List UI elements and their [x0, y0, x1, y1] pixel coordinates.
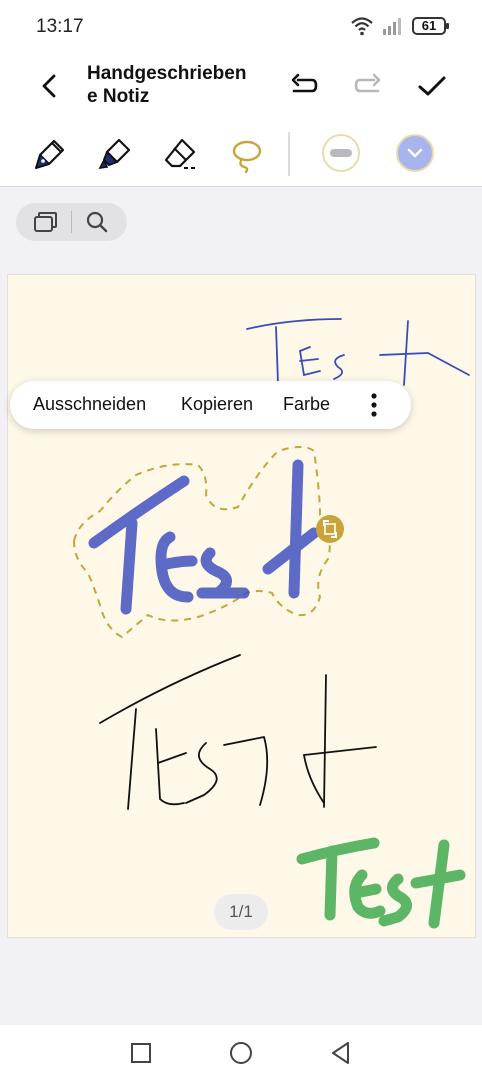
note-canvas[interactable]: [7, 274, 476, 938]
note-title: Handgeschrieben e Notiz: [87, 63, 247, 107]
eraser-tool[interactable]: [160, 134, 200, 174]
battery-icon: 61: [412, 17, 449, 35]
lasso-tool[interactable]: [226, 134, 266, 174]
toolbar-divider: [288, 132, 290, 176]
lasso-icon: [232, 140, 262, 174]
page-indicator: 1/1: [214, 894, 268, 930]
more-vertical-icon: [371, 393, 377, 417]
header-bar: Handgeschrieben e Notiz: [0, 52, 482, 122]
done-button[interactable]: [414, 68, 450, 104]
chevron-down-icon: [407, 148, 423, 158]
pen-icon: [35, 139, 65, 169]
stroke-test-highlighter-blue[interactable]: [88, 459, 320, 615]
menu-item-color[interactable]: Farbe: [283, 394, 330, 415]
search-button[interactable]: [84, 210, 110, 234]
status-icons: 61: [350, 14, 449, 38]
status-bar: 13:17 61: [0, 0, 482, 52]
recents-button[interactable]: [127, 1039, 155, 1067]
stroke-test-thin-blue[interactable]: [246, 318, 470, 386]
highlighter-tool[interactable]: [95, 134, 135, 174]
status-time: 13:17: [36, 16, 84, 37]
undo-button[interactable]: [286, 68, 322, 104]
battery-level: 61: [421, 18, 437, 33]
undo-icon: [291, 73, 318, 93]
menu-item-cut[interactable]: Ausschneiden: [33, 394, 146, 415]
redo-button[interactable]: [350, 68, 386, 104]
pages-button[interactable]: [32, 210, 58, 234]
redo-icon: [354, 73, 381, 93]
home-button[interactable]: [227, 1039, 255, 1067]
menu-item-copy[interactable]: Kopieren: [181, 394, 253, 415]
selection-context-menu: Ausschneiden Kopieren Farbe: [10, 381, 411, 429]
pages-icon: [34, 212, 57, 232]
tool-bar: [0, 122, 482, 187]
pill-separator: [71, 211, 72, 233]
back-triangle-icon: [332, 1042, 349, 1064]
minus-icon: [330, 149, 352, 157]
stroke-width-button[interactable]: [322, 134, 360, 172]
color-picker-button[interactable]: [396, 134, 434, 172]
eraser-icon: [164, 138, 196, 169]
more-options-button[interactable]: [362, 389, 386, 421]
wifi-icon: [351, 17, 373, 36]
back-button[interactable]: [32, 68, 68, 104]
search-icon: [86, 211, 108, 233]
view-controls: [16, 203, 127, 241]
checkmark-icon: [418, 76, 446, 96]
chevron-left-icon: [42, 74, 56, 98]
signal-icon: [383, 18, 401, 35]
back-nav-button[interactable]: [327, 1039, 355, 1067]
pen-tool[interactable]: [30, 134, 70, 174]
recents-square-icon: [131, 1043, 151, 1063]
stroke-test-thin-black[interactable]: [99, 654, 377, 810]
stroke-test-highlighter-green[interactable]: [296, 837, 466, 929]
selection-resize-handle[interactable]: [316, 515, 344, 543]
system-nav-bar: [0, 1025, 482, 1080]
handwriting-layer[interactable]: [8, 275, 477, 939]
highlighter-icon: [98, 138, 131, 170]
home-circle-icon: [230, 1042, 252, 1064]
